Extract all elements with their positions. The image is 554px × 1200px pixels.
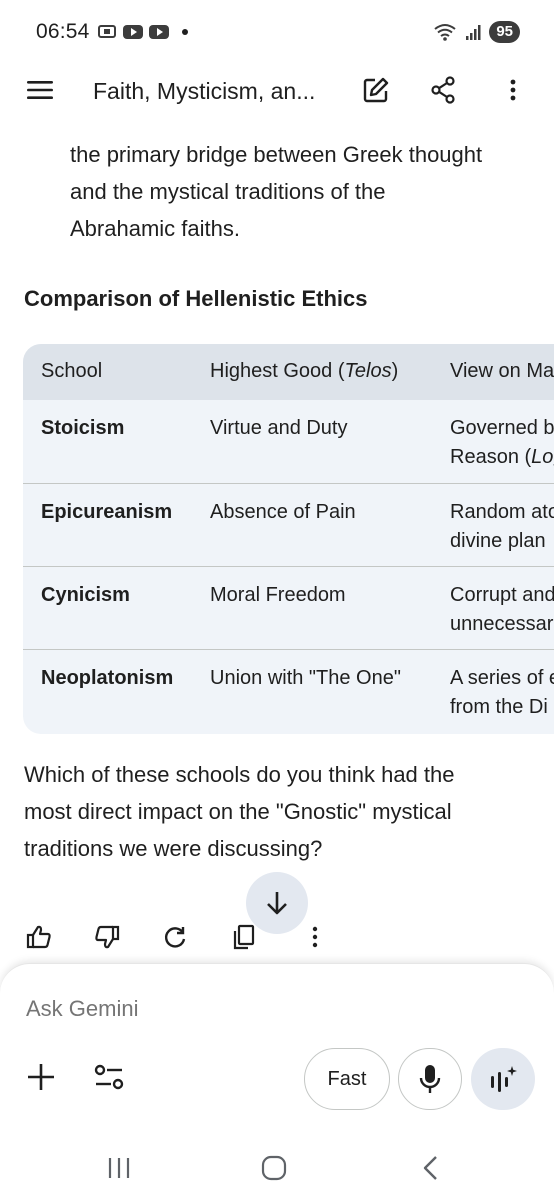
tools-button[interactable]: [92, 1060, 126, 1094]
table-row: Stoicism Virtue and Duty Governed b Reaso…: [23, 400, 554, 483]
prompt-input-panel: Fast: [0, 963, 554, 1133]
section-heading: Comparison of Hellenistic Ethics: [24, 286, 368, 311]
tools-icon: [94, 1064, 124, 1090]
wifi-icon: [434, 24, 456, 41]
cell-view: Corrupt and unnecessar: [450, 584, 554, 635]
text-line: most direct impact on the "Gnostic" myst…: [24, 799, 452, 824]
table-row: Neoplatonism Union with "The One" A seri…: [23, 649, 554, 732]
new-chat-button[interactable]: [358, 72, 394, 108]
cell-view: A series of e from the Di: [450, 667, 554, 718]
conversation-title[interactable]: Faith, Mysticism, an...: [93, 78, 333, 105]
menu-icon: [27, 81, 53, 99]
thumbs-down-button[interactable]: [90, 920, 124, 954]
cell-highest-good: Moral Freedom: [210, 584, 346, 606]
text-line: the primary bridge between Greek thought: [70, 142, 483, 167]
screenshot-icon: [98, 25, 116, 38]
share-button[interactable]: [425, 72, 461, 108]
top-app-bar: Faith, Mysticism, an...: [0, 66, 554, 118]
cell-school: Cynicism: [41, 584, 130, 606]
more-vert-icon: [312, 926, 318, 948]
regenerate-icon: [164, 927, 186, 948]
more-vert-icon: [510, 79, 516, 101]
microphone-button[interactable]: [398, 1048, 462, 1110]
gemini-chat-screen: 06:54 95 Faith, Mysticism, an... the pri…: [0, 0, 554, 1200]
notification-icons: [96, 23, 188, 40]
home-button[interactable]: [259, 1153, 289, 1183]
recent-apps-icon: [108, 1158, 130, 1178]
cell-view: Random ato divine plan: [450, 501, 554, 552]
text-line: Abrahamic faiths.: [70, 216, 240, 241]
thumbs-down-icon: [95, 925, 120, 949]
youtube-icon: [149, 25, 169, 39]
arrow-down-icon: [267, 892, 287, 915]
column-header-view: View on Ma: [450, 360, 554, 382]
column-header-highest-good: Highest Good (Telos): [210, 360, 399, 382]
gemini-live-button[interactable]: [471, 1048, 535, 1110]
text-line: Which of these schools do you think had …: [24, 762, 455, 787]
edit-icon: [363, 77, 389, 103]
system-navigation-bar: [0, 1133, 554, 1200]
share-icon: [431, 76, 455, 104]
more-notifications-dot: [182, 28, 188, 35]
cell-highest-good: Virtue and Duty: [210, 417, 348, 439]
home-icon: [261, 1155, 287, 1181]
comparison-table[interactable]: School Highest Good (Telos) View on Ma S…: [23, 344, 554, 734]
youtube-icon: [123, 25, 143, 39]
response-more-button[interactable]: [298, 920, 332, 954]
table-header-row: School Highest Good (Telos) View on Ma: [23, 344, 554, 400]
cell-school: Stoicism: [41, 417, 125, 439]
cell-school: Neoplatonism: [41, 667, 174, 689]
follow-up-question: Which of these schools do you think had …: [24, 756, 524, 867]
thumbs-up-button[interactable]: [22, 920, 56, 954]
status-right: 95: [433, 21, 520, 43]
text-line: traditions we were discussing?: [24, 836, 323, 861]
cell-view: Governed bReason (Log: [450, 417, 554, 468]
back-button[interactable]: [416, 1153, 446, 1183]
regenerate-button[interactable]: [158, 920, 192, 954]
scroll-to-bottom-button[interactable]: [246, 872, 308, 934]
table-row: Epicureanism Absence of Pain Random ato d…: [23, 483, 554, 566]
table-row: Cynicism Moral Freedom Corrupt and unnece…: [23, 566, 554, 649]
status-time: 06:54: [36, 20, 90, 43]
live-waveform-icon: [491, 1066, 517, 1092]
model-mode-button[interactable]: Fast: [304, 1048, 390, 1110]
ask-gemini-input[interactable]: [26, 996, 326, 1022]
plus-icon: [28, 1064, 54, 1090]
more-options-button[interactable]: [498, 72, 528, 108]
add-attachment-button[interactable]: [24, 1060, 58, 1094]
signal-icon: [466, 25, 481, 40]
status-bar: 06:54 95: [0, 0, 554, 66]
back-icon: [423, 1156, 437, 1180]
menu-button[interactable]: [22, 72, 58, 108]
cell-highest-good: Absence of Pain: [210, 501, 356, 523]
recent-apps-button[interactable]: [104, 1153, 134, 1183]
copy-icon: [233, 924, 255, 950]
text-line: and the mystical traditions of the: [70, 179, 386, 204]
microphone-icon: [419, 1065, 441, 1093]
response-paragraph: the primary bridge between Greek thought…: [70, 136, 540, 247]
cell-school: Epicureanism: [41, 501, 173, 523]
thumbs-up-icon: [26, 925, 51, 949]
column-header-school: School: [41, 360, 103, 382]
battery-indicator: 95: [489, 21, 520, 43]
cell-highest-good: Union with "The One": [210, 667, 401, 689]
